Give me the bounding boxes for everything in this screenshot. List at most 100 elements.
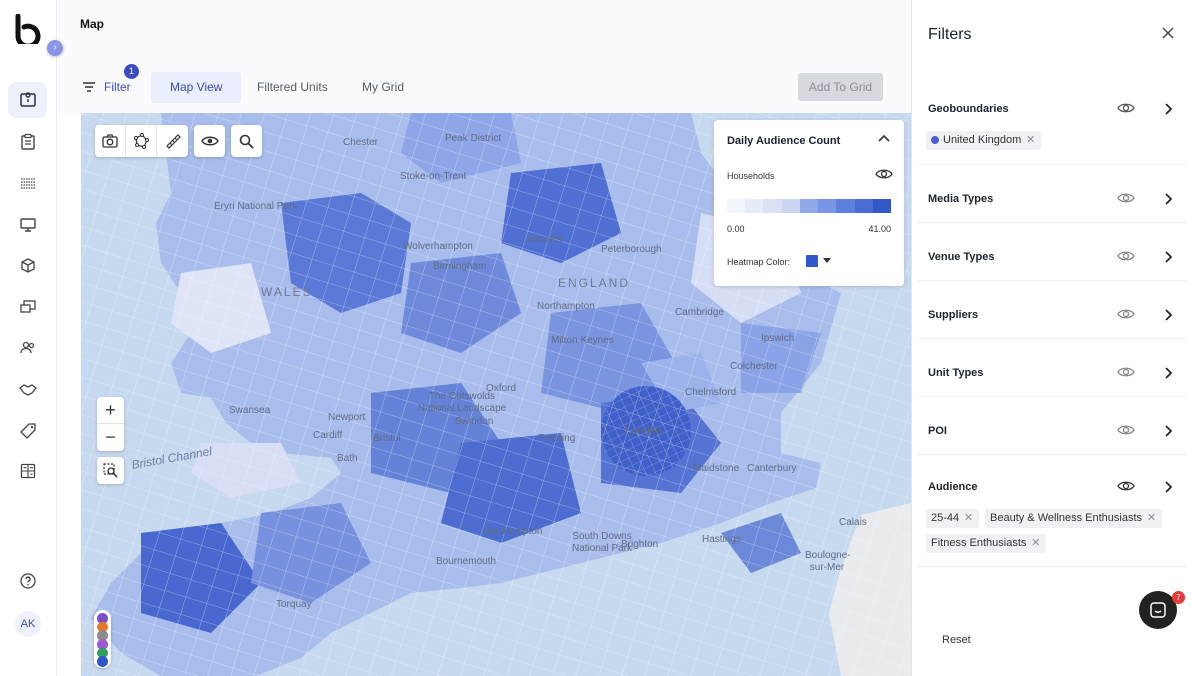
color-ramp	[727, 199, 891, 213]
zoom-out-button[interactable]: −	[97, 424, 124, 451]
filter-section-suppliers[interactable]: Suppliers	[918, 281, 1186, 339]
grid-list-icon	[20, 178, 35, 189]
eye-icon[interactable]	[875, 168, 893, 180]
search-icon	[239, 134, 254, 149]
map-canvas[interactable]: Chester Stoke-on-Trent Peak District Ery…	[81, 113, 911, 676]
map-toolbar	[95, 125, 188, 157]
layer-color-swatch[interactable]	[97, 656, 108, 668]
audience-chip[interactable]: Fitness Enthusiasts ✕	[926, 534, 1047, 553]
remove-chip-icon[interactable]: ✕	[964, 509, 973, 528]
filter-section-label: Media Types	[928, 193, 994, 205]
map-label-cotswolds: The Cotswolds National Landscape	[417, 391, 507, 414]
caret-down-icon[interactable]	[823, 258, 831, 263]
measure-button[interactable]	[157, 125, 188, 157]
map-label-northampton: Northampton	[537, 301, 595, 312]
map-label-chester: Chester	[343, 137, 379, 148]
polygon-icon	[134, 133, 149, 149]
sidebar-item-calculator[interactable]	[8, 453, 47, 489]
zoom-control: + −	[97, 397, 124, 451]
eye-icon[interactable]	[1117, 480, 1135, 492]
expand-sidebar-button[interactable]: ›	[47, 40, 63, 56]
eye-icon[interactable]	[1117, 102, 1135, 114]
tab-my-grid[interactable]: My Grid	[343, 72, 423, 103]
zoom-in-button[interactable]: +	[97, 397, 124, 424]
map-icon	[19, 92, 36, 107]
legend-metric-label: Households	[727, 171, 775, 181]
eye-icon[interactable]	[1117, 192, 1135, 204]
eye-icon[interactable]	[1117, 308, 1135, 320]
close-icon[interactable]	[1162, 27, 1174, 39]
sidebar-item-campaigns[interactable]	[8, 124, 47, 160]
eye-icon[interactable]	[1117, 250, 1135, 262]
sidebar-item-screens[interactable]	[8, 207, 47, 243]
cube-icon	[20, 258, 35, 273]
chevron-right-icon[interactable]	[1164, 309, 1172, 321]
map-label-brighton: Brighton	[621, 539, 659, 550]
geo-chip[interactable]: United Kingdom ✕	[926, 131, 1042, 150]
map-label-calais: Calais	[839, 517, 867, 528]
sidebar-item-pricing[interactable]	[8, 413, 47, 449]
layer-color-swatches	[94, 610, 111, 668]
audience-chip-label: Beauty & Wellness Enthusiasts	[990, 512, 1143, 524]
reset-button[interactable]: Reset	[942, 634, 971, 646]
filter-section-venue-types[interactable]: Venue Types	[918, 223, 1186, 281]
sidebar-item-help[interactable]	[8, 563, 47, 599]
filter-button[interactable]: Filter	[82, 80, 131, 94]
tab-filtered-units[interactable]: Filtered Units	[238, 72, 347, 103]
audience-chip[interactable]: Beauty & Wellness Enthusiasts ✕	[985, 509, 1163, 528]
chevron-right-icon[interactable]	[1164, 193, 1172, 205]
chevron-right-icon[interactable]	[1164, 425, 1172, 437]
map-label-newport: Newport	[328, 412, 366, 423]
filter-section-media-types[interactable]: Media Types	[918, 165, 1186, 223]
map-search-button[interactable]	[231, 125, 262, 157]
brand-logo[interactable]	[14, 14, 42, 44]
avatar[interactable]: AK	[15, 611, 41, 637]
screenshot-button[interactable]	[95, 125, 126, 157]
filter-section-audience[interactable]: Audience 25-44 ✕ Beauty & Wellness Enthus…	[918, 455, 1186, 567]
sidebar-item-products[interactable]	[8, 248, 47, 284]
sidebar-item-map[interactable]	[8, 82, 47, 118]
heatmap-color-swatch[interactable]	[806, 255, 818, 267]
filter-section-unit-types[interactable]: Unit Types	[918, 339, 1186, 397]
eye-icon[interactable]	[1117, 366, 1135, 378]
chevron-up-icon[interactable]	[878, 134, 890, 142]
sidebar-item-inventory[interactable]	[8, 166, 47, 202]
add-to-grid-button[interactable]: Add To Grid	[798, 73, 883, 101]
eye-icon[interactable]	[1117, 424, 1135, 436]
handshake-icon	[18, 384, 37, 396]
ramp-step	[836, 199, 855, 213]
ramp-step	[781, 199, 800, 213]
ramp-step	[763, 199, 782, 213]
sidebar-item-displays[interactable]	[8, 289, 47, 325]
map-label-birmingham: Birmingham	[433, 261, 487, 272]
visibility-button[interactable]	[194, 125, 225, 157]
map-label-bristol: Bristol	[373, 433, 401, 444]
map-label-reading: Reading	[538, 433, 576, 444]
audience-chip[interactable]: 25-44 ✕	[926, 509, 980, 528]
legend-title: Daily Audience Count	[727, 135, 841, 147]
sidebar-item-users[interactable]	[8, 330, 47, 366]
map-label-chelmsford: Chelmsford	[685, 387, 737, 398]
tab-map-view[interactable]: Map View	[151, 72, 242, 103]
area-select-button[interactable]	[97, 457, 124, 484]
chevron-right-icon[interactable]	[1164, 367, 1172, 379]
filter-section-label: Venue Types	[928, 251, 995, 263]
main-header: Map Filter 1 Map View Filtered Units My …	[58, 0, 911, 113]
remove-chip-icon[interactable]: ✕	[1026, 131, 1035, 150]
calculator-icon	[20, 463, 35, 479]
remove-chip-icon[interactable]: ✕	[1031, 534, 1040, 553]
filter-label: Filter	[104, 80, 131, 94]
map-label-swansea: Swansea	[229, 405, 271, 416]
draw-polygon-button[interactable]	[126, 125, 157, 157]
filter-section-label: Audience	[928, 481, 978, 493]
chat-unread-badge: 7	[1172, 591, 1185, 604]
map-label-leicester: Leicester	[522, 234, 563, 245]
filter-section-poi[interactable]: POI	[918, 397, 1186, 455]
chevron-right-icon[interactable]	[1164, 251, 1172, 263]
filter-section-geoboundaries[interactable]: Geoboundaries United Kingdom ✕	[918, 88, 1186, 165]
ramp-min-value: 0.00	[727, 224, 745, 234]
chevron-right-icon[interactable]	[1164, 103, 1172, 115]
chevron-right-icon[interactable]	[1164, 481, 1172, 493]
sidebar-item-partners[interactable]	[8, 372, 47, 408]
remove-chip-icon[interactable]: ✕	[1147, 509, 1156, 528]
